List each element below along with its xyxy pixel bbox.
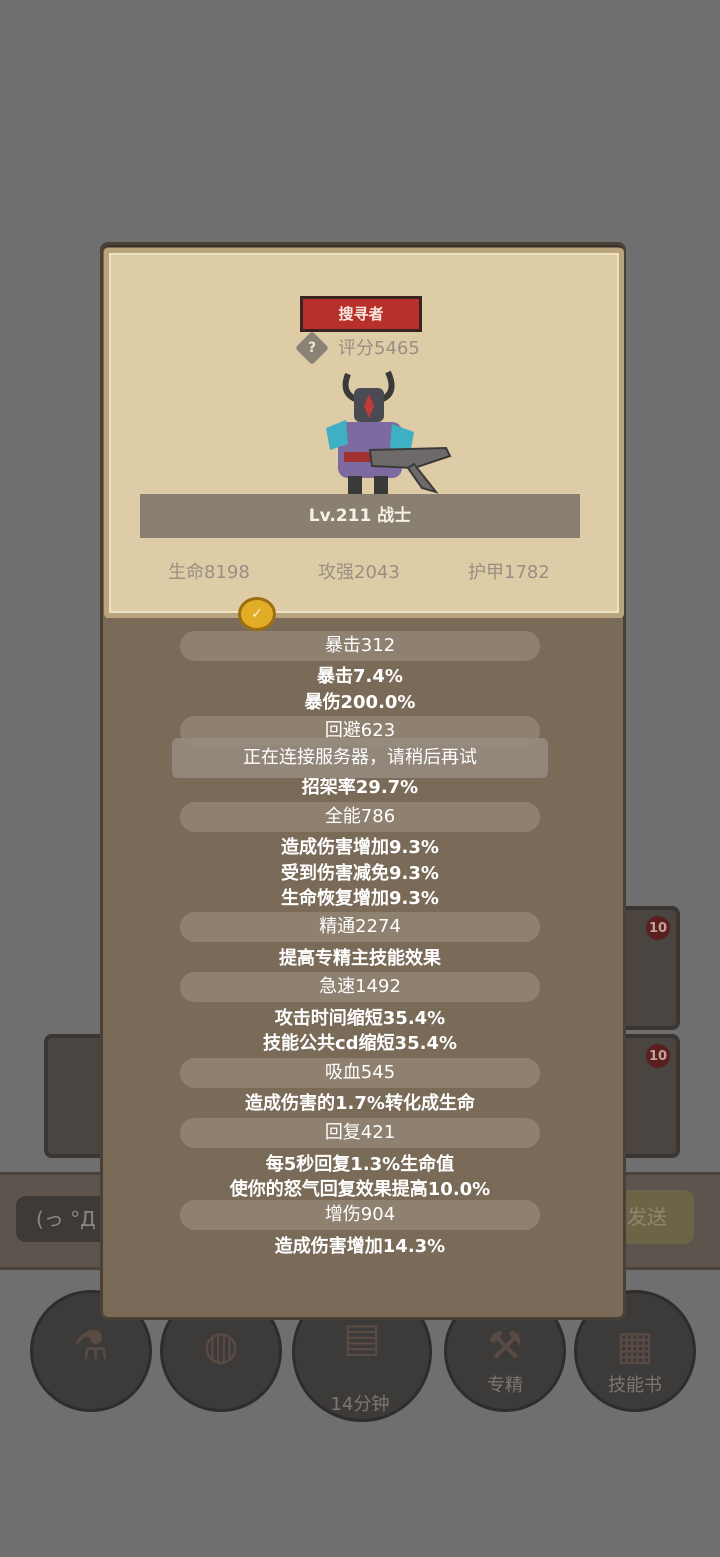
axe-icon: ⚒ bbox=[487, 1323, 523, 1369]
gold-coin-icon[interactable]: ✓ bbox=[238, 597, 276, 631]
stat-section-title: 急速1492 bbox=[180, 972, 540, 1002]
skill-level-badge: 10 bbox=[646, 916, 670, 940]
stat-section-title: 回复421 bbox=[180, 1118, 540, 1148]
class-badge: 搜寻者 bbox=[300, 296, 422, 332]
stat-line: 使你的怒气回复效果提高10.0% bbox=[229, 1179, 491, 1200]
skill-card[interactable] bbox=[44, 1034, 108, 1158]
score-label: 评分5465 bbox=[338, 338, 420, 359]
stat-section-title: 暴击312 bbox=[180, 631, 540, 661]
book-icon: ▦ bbox=[616, 1323, 654, 1369]
hp-stat: 生命8198 bbox=[168, 562, 250, 583]
stat-section-title: 精通2274 bbox=[180, 912, 540, 942]
stat-line: 受到伤害减免9.3% bbox=[281, 863, 439, 884]
stat-line: 每5秒回复1.3%生命值 bbox=[265, 1154, 455, 1175]
level-class-label: Lv.211 战士 bbox=[140, 494, 580, 538]
stat-line: 技能公共cd缩短35.4% bbox=[262, 1033, 457, 1054]
stat-line: 造成伤害增加9.3% bbox=[281, 837, 439, 858]
help-icon[interactable]: ? bbox=[295, 331, 329, 365]
treasure-chest-icon: ▤ bbox=[343, 1315, 381, 1361]
warrior-avatar bbox=[326, 370, 452, 494]
stat-line: 提高专精主技能效果 bbox=[279, 948, 441, 969]
armor-stat: 护甲1782 bbox=[468, 562, 550, 583]
stat-line: 造成伤害增加14.3% bbox=[274, 1236, 446, 1257]
stat-line: 攻击时间缩短35.4% bbox=[274, 1008, 446, 1029]
stat-section-title: 全能786 bbox=[180, 802, 540, 832]
connection-toast: 正在连接服务器，请稍后再试 bbox=[172, 738, 548, 778]
stat-line: 生命恢复增加9.3% bbox=[281, 888, 439, 909]
stat-section-title: 吸血545 bbox=[180, 1058, 540, 1088]
chest-timer: 14分钟 bbox=[330, 1394, 390, 1415]
skill-book-label: 技能书 bbox=[608, 1375, 662, 1396]
stat-line: 造成伤害的1.7%转化成生命 bbox=[245, 1093, 475, 1114]
potion-icon: ⚗ bbox=[73, 1323, 109, 1369]
skill-level-badge: 10 bbox=[646, 1044, 670, 1068]
stat-line: 暴伤200.0% bbox=[304, 692, 416, 713]
bread-icon: ◍ bbox=[203, 1323, 239, 1369]
stat-section-title: 增伤904 bbox=[180, 1200, 540, 1230]
stat-line: 暴击7.4% bbox=[317, 666, 403, 687]
specialization-label: 专精 bbox=[487, 1375, 523, 1396]
attack-stat: 攻强2043 bbox=[318, 562, 400, 583]
